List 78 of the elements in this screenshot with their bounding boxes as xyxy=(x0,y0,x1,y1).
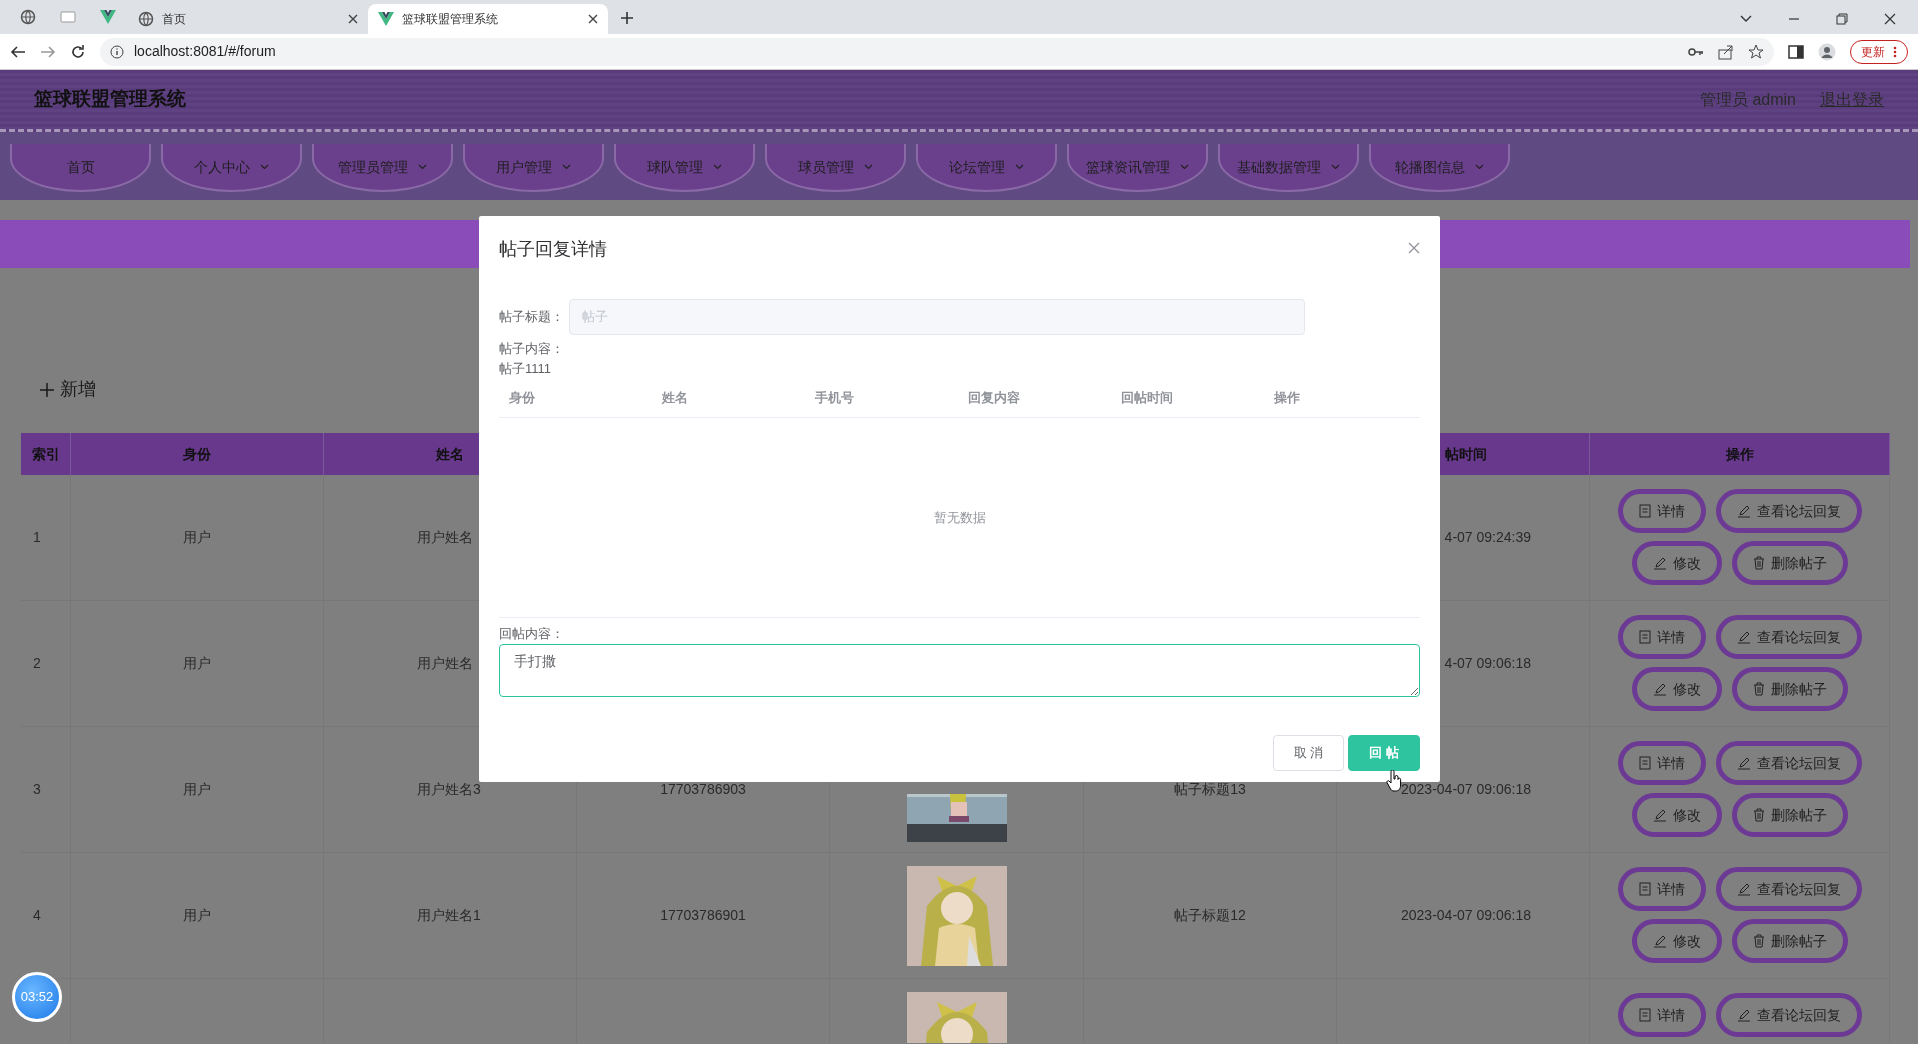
column-header: 身份 xyxy=(509,388,536,407)
nav-item[interactable]: 用户管理 xyxy=(463,144,604,192)
add-button[interactable]: 新增 xyxy=(40,376,96,403)
action-button[interactable]: 查看论坛回复 xyxy=(1715,741,1862,785)
reply-text-area[interactable]: 手打撒 xyxy=(499,643,1420,697)
action-button[interactable]: 详情 xyxy=(1617,993,1706,1037)
field-label: 帖子标题： xyxy=(499,308,565,327)
nav-item[interactable]: 球员管理 xyxy=(765,144,906,192)
nav-item[interactable]: 轮播图信息 xyxy=(1369,144,1510,192)
posted-time-text: 2023-04-07 09:06:18 xyxy=(1401,906,1531,925)
action-button[interactable]: 删除帖子 xyxy=(1731,919,1848,963)
tab-title: 篮球联盟管理系统 xyxy=(402,11,498,28)
nav-item[interactable]: 基础数据管理 xyxy=(1218,144,1359,192)
column-header: 操作 xyxy=(1725,444,1754,464)
browser-tab[interactable]: 篮球联盟管理系统 xyxy=(368,4,608,34)
action-button[interactable]: 修改 xyxy=(1631,793,1722,837)
post-title-text: 帖子标题12 xyxy=(1174,906,1246,925)
action-button[interactable]: 修改 xyxy=(1631,541,1722,585)
identity-text: 用户 xyxy=(183,780,211,799)
action-button[interactable]: 查看论坛回复 xyxy=(1715,615,1862,659)
nav-item[interactable]: 首页 xyxy=(10,144,151,192)
nav-item[interactable]: 篮球资讯管理 xyxy=(1067,144,1208,192)
column-header: 帖时间 xyxy=(1445,444,1487,464)
column-header: 索引 xyxy=(31,444,60,464)
action-button[interactable]: 删除帖子 xyxy=(1731,541,1848,585)
url-text[interactable]: localhost:8081/#/forum xyxy=(134,41,276,62)
action-button[interactable]: 修改 xyxy=(1631,667,1722,711)
row-index: 4 xyxy=(33,906,41,925)
posted-time-text: 4-07 09:24:39 xyxy=(1444,528,1531,547)
name-text: 用户姓名 xyxy=(417,528,473,547)
field-label: 回帖内容： xyxy=(499,625,565,643)
column-header: 姓名 xyxy=(436,444,464,464)
action-button[interactable]: 查看论坛回复 xyxy=(1715,867,1862,911)
row-index: 3 xyxy=(33,780,41,799)
nav-item[interactable]: 管理员管理 xyxy=(312,144,453,192)
name-text: 用户姓名 xyxy=(417,654,473,673)
action-button[interactable]: 详情 xyxy=(1617,741,1706,785)
update-button[interactable]: 更新 xyxy=(1850,39,1908,64)
action-button[interactable]: 查看论坛回复 xyxy=(1715,993,1862,1037)
dialog-title: 帖子回复详情 xyxy=(499,238,607,261)
column-header: 回复内容 xyxy=(968,388,1021,407)
action-button[interactable]: 删除帖子 xyxy=(1731,667,1848,711)
phone-text: 17703786901 xyxy=(660,906,746,925)
nav-item[interactable]: 论坛管理 xyxy=(916,144,1057,192)
action-button[interactable]: 查看论坛回复 xyxy=(1715,489,1862,533)
row-index: 1 xyxy=(33,528,41,547)
posted-time-text: 2023-04-07 09:06:18 xyxy=(1401,780,1531,799)
timer-badge: 03:52 xyxy=(12,972,62,1022)
action-button[interactable]: 详情 xyxy=(1617,489,1706,533)
browser-tab[interactable]: 首页 xyxy=(128,4,368,34)
field-label: 帖子内容： xyxy=(499,340,565,358)
column-header: 手机号 xyxy=(815,388,855,407)
identity-text: 用户 xyxy=(183,528,211,547)
reply-button[interactable]: 回 帖 xyxy=(1348,734,1420,771)
post-title-text: 帖子标题13 xyxy=(1174,780,1246,799)
nav-item[interactable]: 球队管理 xyxy=(614,144,755,192)
column-header: 身份 xyxy=(183,444,211,464)
phone-text: 17703786903 xyxy=(660,780,746,799)
column-header: 操作 xyxy=(1274,388,1301,407)
action-button[interactable]: 详情 xyxy=(1617,867,1706,911)
column-header: 姓名 xyxy=(662,388,689,407)
name-text: 用户姓名1 xyxy=(417,906,481,925)
name-text: 用户姓名3 xyxy=(417,780,481,799)
identity-text: 用户 xyxy=(183,654,211,673)
post-content-text: 帖子1111 xyxy=(499,359,553,378)
action-button[interactable]: 详情 xyxy=(1617,615,1706,659)
nav-item[interactable]: 个人中心 xyxy=(161,144,302,192)
action-button[interactable]: 修改 xyxy=(1631,919,1722,963)
posted-time-text: 4-07 09:06:18 xyxy=(1444,654,1531,673)
action-button[interactable]: 删除帖子 xyxy=(1731,793,1848,837)
tab-title: 首页 xyxy=(162,11,186,28)
row-index: 2 xyxy=(33,654,41,673)
empty-text: 暂无数据 xyxy=(933,508,986,527)
cancel-button[interactable]: 取 消 xyxy=(1272,734,1345,771)
column-header: 回帖时间 xyxy=(1121,388,1174,407)
user-label: 管理员 admin xyxy=(1699,89,1796,110)
app-title: 篮球联盟管理系统 xyxy=(34,87,186,112)
identity-text: 用户 xyxy=(183,906,211,925)
